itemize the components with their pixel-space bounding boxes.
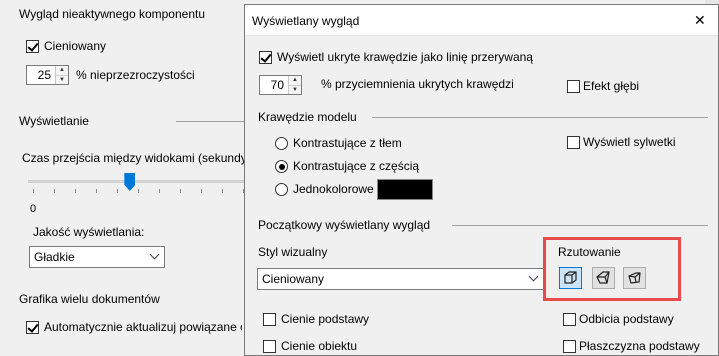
slider-tick [222,189,223,193]
slider-tick [180,189,181,193]
chevron-down-icon [528,271,539,282]
projection-perspective-2-button[interactable] [623,267,646,289]
initial-view-separator [452,225,708,226]
projection-label: Rzutowanie [558,245,621,259]
show-hidden-edges-label: Wyświetl ukryte krawędzie jako linię prz… [277,50,533,64]
quality-select-value: Gładkie [34,250,75,264]
slider-tick [75,189,76,193]
spin-up-icon[interactable]: ▲ [289,76,301,86]
object-shadows-label: Cienie obiektu [281,339,358,353]
slider-tick [54,189,55,193]
slider-tick [96,189,97,193]
chevron-down-icon [149,249,160,260]
spin-down-icon[interactable]: ▼ [56,75,68,84]
spin-down-icon[interactable]: ▼ [289,85,301,94]
show-silhouettes-checkbox[interactable] [567,136,580,149]
model-edges-title: Krawędzie modelu [258,110,357,124]
radio-single-color[interactable] [275,183,288,196]
display-separator [176,121,244,122]
slider-tick [33,189,34,193]
auto-update-label: Automatycznie aktualizuj powiązane o [44,320,242,334]
quality-select[interactable]: Gładkie [29,246,165,268]
multidoc-section-title: Grafika wielu dokumentów [19,292,160,306]
ground-reflections-label: Odbicia podstawy [579,312,674,326]
dialog-title: Wyświetlany wygląd [252,14,360,28]
transition-slider[interactable] [28,172,244,194]
hidden-dim-label: % przyciemnienia ukrytych krawędzi [321,77,514,91]
transition-label: Czas przejścia między widokami (sekundy) [22,151,251,165]
opacity-value: 25 [37,68,51,82]
projection-perspective-button[interactable] [592,267,615,289]
visual-style-select-value: Cieniowany [262,272,325,286]
slider-tick [201,189,202,193]
slider-tick [117,189,118,193]
show-silhouettes-label: Wyświetl sylwetki [583,135,676,149]
visual-style-label: Styl wizualny [258,245,328,259]
radio-contrast-bg[interactable] [275,137,288,150]
radio-single-color-label: Jednokolorowe [293,182,374,196]
display-appearance-dialog: Wyświetlany wygląd ✕ Wyświetl ukryte kra… [244,4,719,356]
slider-track [28,180,244,183]
quality-label: Jakość wyświetlania: [33,225,145,239]
single-color-swatch[interactable] [377,179,433,200]
projection-parallel-button[interactable] [559,267,582,289]
radio-contrast-bg-label: Kontrastujące z tłem [293,136,402,150]
component-section-title: Wygląd nieaktywnego komponentu [19,7,206,21]
initial-view-title: Początkowy wyświetlany wygląd [258,218,431,232]
hidden-dim-spinner[interactable]: 70 ▲ ▼ [259,75,302,95]
slider-tick [138,189,139,193]
shaded-label: Cieniowany [44,39,107,53]
perspective-2-projection-icon [628,272,641,284]
perspective-projection-icon [596,271,610,284]
display-section-title: Wyświetlanie [19,114,89,128]
shaded-checkbox[interactable] [26,40,39,53]
auto-update-checkbox[interactable] [26,321,39,334]
dialog-titlebar: Wyświetlany wygląd ✕ [245,5,718,36]
ground-plane-label: Płaszczyzna podstawy [579,339,700,353]
depth-effect-checkbox[interactable] [567,80,580,93]
ground-shadows-checkbox[interactable] [263,313,276,326]
opacity-spinner[interactable]: 25 ▲ ▼ [26,65,69,85]
visual-style-select[interactable]: Cieniowany [257,268,544,290]
ground-shadows-label: Cienie podstawy [281,312,370,326]
ground-plane-checkbox[interactable] [563,340,576,353]
depth-effect-label: Efekt głębi [583,79,640,93]
slider-thumb[interactable] [124,173,136,191]
opacity-label: % nieprzezroczystości [76,68,195,82]
spin-up-icon[interactable]: ▲ [56,66,68,76]
parallel-projection-icon [564,271,577,284]
slider-min-label: 0 [30,203,37,215]
object-shadows-checkbox[interactable] [263,340,276,353]
hidden-dim-value: 70 [270,78,284,92]
model-edges-separator [372,117,708,118]
slider-tick [159,189,160,193]
radio-contrast-part-label: Kontrastujące z częścią [293,159,420,173]
close-icon[interactable]: ✕ [694,12,706,29]
radio-contrast-part[interactable] [275,160,288,173]
ground-reflections-checkbox[interactable] [563,313,576,326]
show-hidden-edges-checkbox[interactable] [259,51,272,64]
